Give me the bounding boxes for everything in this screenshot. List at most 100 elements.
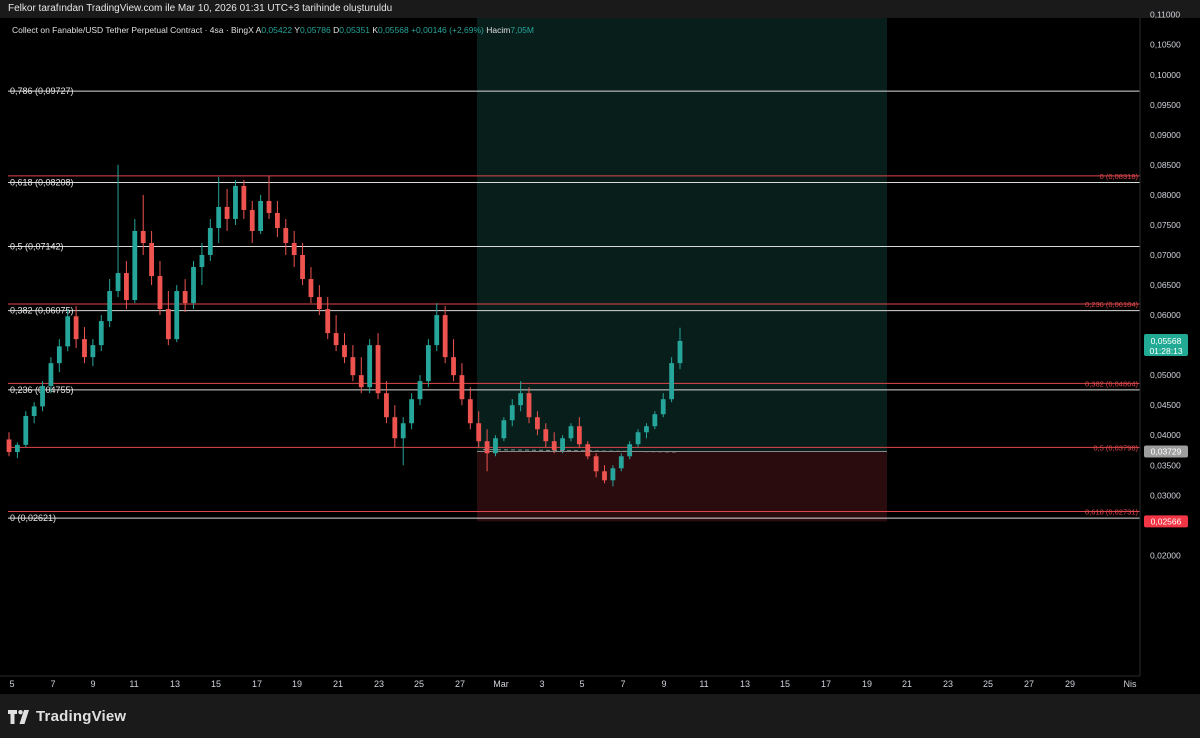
candle-body	[56, 346, 62, 364]
time-tick: 21	[333, 679, 343, 689]
candle-body	[358, 375, 364, 388]
tradingview-logo-icon	[8, 709, 29, 724]
time-tick: 7	[620, 679, 625, 689]
candle-body	[618, 456, 624, 469]
fib-left-label: 0,618 (0,08208)	[10, 177, 74, 187]
candle-body	[31, 406, 37, 417]
price-tick: 0,07000	[1150, 250, 1181, 260]
candle-body	[392, 417, 398, 439]
candle-body	[308, 279, 314, 298]
time-tick: 5	[9, 679, 14, 689]
candle-body	[593, 456, 599, 472]
time-tick: 27	[1024, 679, 1034, 689]
time-tick: 11	[129, 679, 138, 689]
time-tick: Mar	[493, 679, 509, 689]
candle-body	[165, 309, 171, 340]
time-tick: 23	[374, 679, 384, 689]
candle-body	[644, 426, 649, 433]
change-value: +0,00146 (+2,69%)	[411, 25, 484, 35]
time-tick: 23	[943, 679, 953, 689]
price-tick: 0,02000	[1150, 550, 1181, 560]
candle-body	[518, 393, 524, 406]
time-tick: 13	[170, 679, 180, 689]
volume-value: 7,05M	[510, 25, 534, 35]
candle-body	[384, 393, 389, 418]
time-tick: 7	[50, 679, 55, 689]
time-tick: 29	[1065, 679, 1075, 689]
candle-body	[325, 309, 331, 334]
candle-body	[132, 230, 138, 301]
candle-body	[48, 363, 54, 386]
footer-bar	[0, 694, 1200, 738]
candle-body	[82, 339, 87, 358]
candle-body	[543, 429, 549, 442]
time-tick: 19	[292, 679, 302, 689]
candle-body	[417, 381, 423, 400]
candle-body	[191, 267, 196, 304]
candle-body	[90, 345, 96, 358]
time-axis[interactable]: 5 7 9 11 13 15 17 19 21 23 25 27 Mar 3 5 7 9 11 13 15 17 19 21…	[0, 675, 1140, 689]
chart-canvas[interactable]: 1 (0,11662)0,786 (0,09727)0,618 (0,08208…	[0, 0, 1200, 738]
time-tick: 13	[740, 679, 750, 689]
candle-body	[342, 345, 347, 358]
candle-body	[224, 206, 230, 219]
candle-body	[467, 399, 473, 424]
price-tick: 0,09000	[1150, 130, 1181, 140]
low-value: 0,05351	[339, 25, 370, 35]
candle-body	[6, 439, 12, 453]
time-tick: 21	[902, 679, 912, 689]
time-tick: Nis	[1124, 679, 1137, 689]
candle-body	[333, 333, 339, 346]
candle-body	[258, 200, 264, 231]
candle-body	[576, 426, 582, 445]
candle-body	[98, 321, 104, 346]
candle-body	[40, 385, 45, 407]
candle-body	[652, 414, 658, 427]
candle-body	[350, 357, 356, 376]
candle-body	[140, 230, 146, 243]
position-zones	[477, 18, 887, 522]
high-value: 0,05786	[299, 25, 331, 35]
fib-right-label: 0,5 (0,03798)	[1093, 443, 1138, 452]
time-tick: 5	[579, 679, 584, 689]
candle-body	[425, 345, 431, 382]
time-tick: 9	[90, 679, 95, 689]
fib-right-label: 0,236 (0,06184)	[1085, 300, 1138, 309]
volume-label: Hacim	[486, 25, 511, 35]
candle-body	[174, 291, 180, 340]
tradingview-logo[interactable]: TradingView	[8, 708, 126, 725]
time-tick: 15	[780, 679, 790, 689]
fib-right-label: 0 (0,08318)	[1100, 172, 1139, 181]
price-tick: 0,04000	[1150, 430, 1181, 440]
candle-body	[65, 316, 71, 347]
symbol-legend[interactable]: Collect on Fanable/USD Tether Perpetual …	[12, 25, 534, 35]
fib-right-label: 0,618 (0,02731)	[1085, 507, 1138, 516]
candle-body	[535, 417, 540, 430]
fib-left-label: 0,382 (0,06075)	[10, 306, 74, 316]
price-axis[interactable]: 0,125000,120000,115000,110000,105000,100…	[1139, 0, 1200, 676]
candle-body	[73, 316, 79, 340]
candle-body	[568, 426, 574, 439]
candle-body	[316, 297, 322, 310]
candle-body	[115, 273, 121, 292]
candle-body	[233, 185, 238, 219]
candle-body	[509, 405, 515, 421]
candle-body	[501, 420, 507, 439]
time-tick: 11	[699, 679, 708, 689]
candle-body	[677, 340, 683, 364]
candle-body	[493, 438, 498, 454]
candle-body	[660, 399, 666, 415]
fib-left-label: 0 (0,02621)	[10, 513, 56, 523]
candle-body	[585, 444, 591, 457]
candle-body	[249, 209, 255, 231]
candle-body	[291, 242, 297, 256]
profit-zone-bg	[477, 18, 887, 452]
stop-price-text: 0,02566	[1151, 516, 1182, 526]
price-tick: 0,08000	[1150, 190, 1181, 200]
open-value: 0,05422	[261, 25, 293, 35]
candle-body	[199, 255, 205, 268]
loss-zone	[477, 451, 887, 522]
price-tick: 0,03000	[1150, 490, 1181, 500]
price-tick: 0,07500	[1150, 220, 1181, 230]
symbol-title[interactable]: Collect on Fanable/USD Tether Perpetual …	[12, 25, 254, 35]
